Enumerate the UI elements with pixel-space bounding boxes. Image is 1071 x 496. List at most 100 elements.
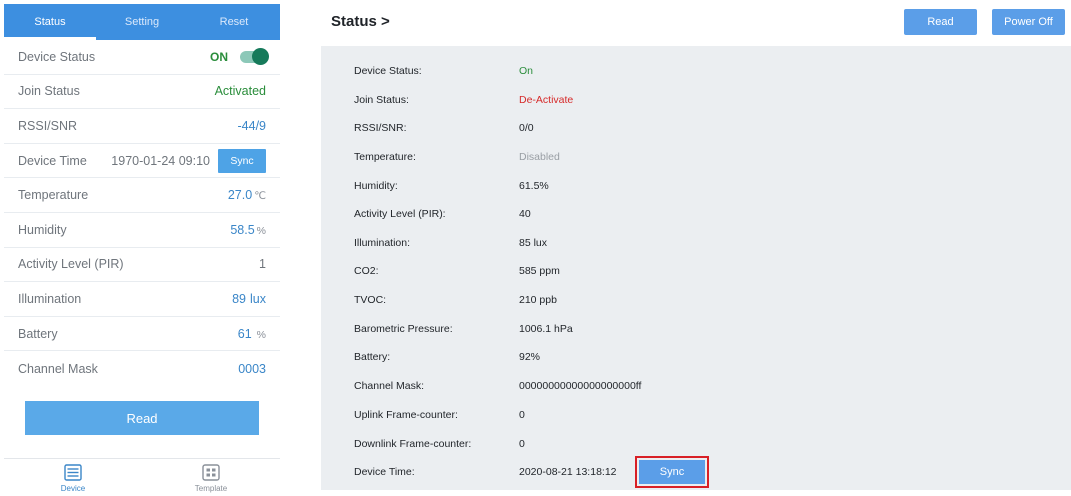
device-time-label: Device Time xyxy=(18,153,87,168)
active-tab-indicator xyxy=(4,37,96,40)
illumination-value: 89 xyxy=(232,291,247,306)
temperature-unit: ℃ xyxy=(254,190,266,203)
status-label: Temperature: xyxy=(354,151,416,163)
status-row-temperature: Temperature: Disabled xyxy=(321,147,1071,167)
rssi-row: RSSI/SNR -44/9 xyxy=(4,109,280,144)
activity-row: Activity Level (PIR) 1 xyxy=(4,248,280,283)
status-value: 0/0 xyxy=(519,122,534,134)
status-label: Battery: xyxy=(354,351,391,363)
tab-setting[interactable]: Setting xyxy=(96,4,188,40)
status-value: 1006.1 hPa xyxy=(519,323,573,335)
status-label: CO2: xyxy=(354,265,379,277)
status-label: Activity Level (PIR): xyxy=(354,208,446,220)
sync-button[interactable]: Sync xyxy=(635,456,709,488)
illumination-row: Illumination 89 lux xyxy=(4,282,280,317)
join-status-label: Join Status xyxy=(18,84,80,99)
status-row-illumination: Illumination: 85 lux xyxy=(321,233,1071,253)
status-value: 85 lux xyxy=(519,237,548,249)
status-label: Device Status: xyxy=(354,65,422,77)
status-label: Device Time: xyxy=(354,466,415,478)
bottom-navigation: Device Template xyxy=(4,458,280,496)
battery-value: 61 xyxy=(237,326,252,341)
join-status-value: Activated xyxy=(214,84,266,99)
status-row-join-status: Join Status: De-Activate xyxy=(321,90,1071,110)
device-status-row: Device Status ON xyxy=(4,40,280,75)
template-grid-icon xyxy=(202,464,220,481)
status-label: Barometric Pressure: xyxy=(354,323,453,335)
device-time-row: Device Time 1970-01-24 09:10 Sync xyxy=(4,144,280,179)
status-value: 61.5% xyxy=(519,180,549,192)
status-row-pressure: Barometric Pressure: 1006.1 hPa xyxy=(321,319,1071,339)
status-row-channel-mask: Channel Mask: 00000000000000000000ff xyxy=(321,376,1071,396)
power-off-button[interactable]: Power Off xyxy=(992,9,1065,35)
status-label: RSSI/SNR: xyxy=(354,122,407,134)
battery-label: Battery xyxy=(18,326,58,341)
channel-mask-label: Channel Mask xyxy=(18,361,98,376)
humidity-value: 58.5 xyxy=(230,222,255,237)
status-label: Downlink Frame-counter: xyxy=(354,438,472,450)
status-value: 0 xyxy=(519,409,525,421)
status-value: 2020-08-21 13:18:12 xyxy=(519,466,617,478)
status-label: TVOC: xyxy=(354,294,387,306)
page-title: Status > xyxy=(331,13,390,30)
nav-device-label: Device xyxy=(60,484,86,493)
device-status-label: Device Status xyxy=(18,49,96,64)
temperature-label: Temperature xyxy=(18,188,89,203)
status-label: Channel Mask: xyxy=(354,380,425,392)
mobile-app-panel: Status Setting Reset Device Status ON Jo… xyxy=(4,4,280,494)
status-row-battery: Battery: 92% xyxy=(321,347,1071,367)
status-row-co2: CO2: 585 ppm xyxy=(321,261,1071,281)
humidity-label: Humidity xyxy=(18,222,67,237)
battery-unit: % xyxy=(256,328,266,341)
status-label: Join Status: xyxy=(354,94,409,106)
device-time-value: 1970-01-24 09:10 xyxy=(111,153,210,168)
humidity-unit: % xyxy=(256,224,266,237)
status-row-device-time: Device Time: 2020-08-21 13:18:12 Sync xyxy=(321,456,1071,488)
device-power-toggle[interactable] xyxy=(240,47,269,65)
tab-status[interactable]: Status xyxy=(4,4,96,40)
status-row-device-status: Device Status: On xyxy=(321,61,1071,81)
temperature-value: 27.0 xyxy=(227,188,253,203)
mobile-sync-button[interactable]: Sync xyxy=(218,148,266,173)
nav-template-label: Template xyxy=(194,484,228,493)
status-value: 40 xyxy=(519,208,531,220)
mobile-read-button[interactable]: Read xyxy=(25,401,259,435)
status-value: 585 ppm xyxy=(519,265,560,277)
status-row-uplink-counter: Uplink Frame-counter: 0 xyxy=(321,405,1071,425)
activity-label: Activity Level (PIR) xyxy=(18,257,124,272)
status-row-activity: Activity Level (PIR): 40 xyxy=(321,204,1071,224)
rssi-label: RSSI/SNR xyxy=(18,118,78,133)
status-label: Uplink Frame-counter: xyxy=(354,409,458,421)
status-value: 92% xyxy=(519,351,541,363)
channel-mask-row: Channel Mask 0003 xyxy=(4,351,280,386)
status-row-rssi: RSSI/SNR: 0/0 xyxy=(321,118,1071,138)
status-value: 210 ppb xyxy=(519,294,557,306)
channel-mask-value: 0003 xyxy=(238,361,266,376)
status-label: Illumination: xyxy=(354,237,411,249)
device-list-icon xyxy=(64,464,82,481)
activity-value: 1 xyxy=(259,257,266,272)
nav-device[interactable]: Device xyxy=(4,459,142,496)
status-value: Disabled xyxy=(519,151,560,163)
illumination-unit: lux xyxy=(250,291,266,306)
status-label: Humidity: xyxy=(354,180,398,192)
battery-row: Battery 61% xyxy=(4,317,280,352)
status-panel: Device Status: On Join Status: De-Activa… xyxy=(321,46,1071,490)
status-row-humidity: Humidity: 61.5% xyxy=(321,176,1071,196)
status-value: 0 xyxy=(519,438,525,450)
rssi-value: -44/9 xyxy=(237,118,267,133)
toggle-knob xyxy=(252,47,269,65)
tab-reset[interactable]: Reset xyxy=(188,4,280,40)
mobile-tab-bar: Status Setting Reset xyxy=(4,4,280,40)
status-value: 00000000000000000000ff xyxy=(519,380,642,392)
status-row-tvoc: TVOC: 210 ppb xyxy=(321,290,1071,310)
temperature-row: Temperature 27.0 ℃ xyxy=(4,178,280,213)
read-button[interactable]: Read xyxy=(904,9,977,35)
status-value: On xyxy=(519,65,534,77)
status-row-downlink-counter: Downlink Frame-counter: 0 xyxy=(321,434,1071,454)
status-value: De-Activate xyxy=(519,94,574,106)
join-status-row: Join Status Activated xyxy=(4,75,280,110)
humidity-row: Humidity 58.5% xyxy=(4,213,280,248)
illumination-label: Illumination xyxy=(18,291,82,306)
nav-template[interactable]: Template xyxy=(142,459,280,496)
